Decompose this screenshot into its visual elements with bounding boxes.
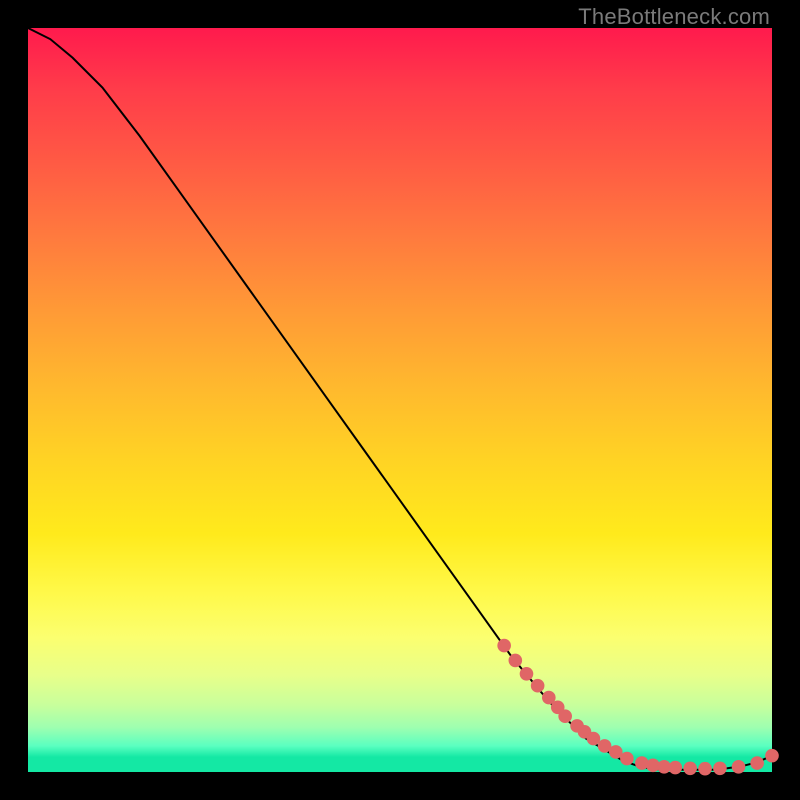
data-point [698, 762, 712, 776]
data-point [520, 667, 534, 681]
data-point [683, 761, 697, 775]
data-point [732, 760, 746, 774]
data-point [531, 679, 545, 693]
data-point [713, 761, 727, 775]
data-point [668, 761, 682, 775]
data-point [558, 709, 572, 723]
data-points-group [497, 639, 778, 776]
data-point [620, 752, 634, 766]
data-point [497, 639, 511, 653]
watermark-text: TheBottleneck.com [578, 4, 770, 30]
data-point [587, 732, 601, 746]
data-point [750, 756, 764, 770]
data-point [765, 749, 779, 763]
bottleneck-curve [28, 28, 772, 770]
data-point [509, 654, 523, 668]
plot-overlay [28, 28, 772, 772]
